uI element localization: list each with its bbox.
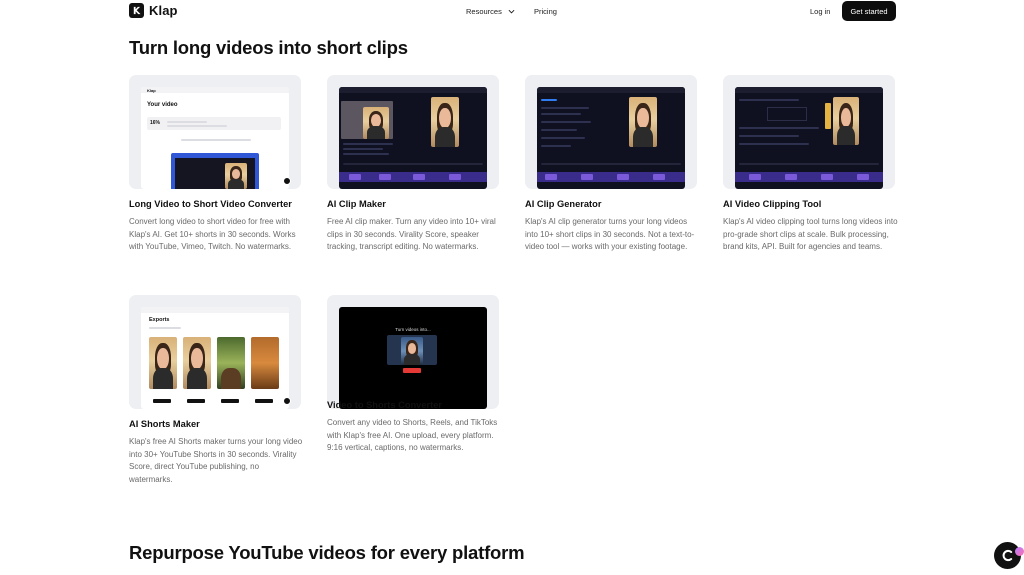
screenshot-brand: Klap [147,88,156,93]
card-thumbnail: Turn videos into... [327,295,499,409]
get-started-button[interactable]: Get started [842,1,896,21]
tool-card-ai-shorts-maker[interactable]: Exports AI Shorts Maker Klap's free AI S… [129,295,302,484]
card-description: Convert any video to Shorts, Reels, and … [327,418,498,453]
logo-text: Klap [149,3,178,18]
card-thumbnail [525,75,697,189]
tool-card-ai-clip-maker[interactable]: AI Clip Maker Free AI clip maker. Turn a… [327,75,500,251]
tool-card-long-video-converter[interactable]: Klap Your video 16% Long Video to Short … [129,75,302,251]
logo[interactable]: Klap [129,3,178,18]
app-screenshot: Exports [141,307,289,409]
card-title[interactable]: Long Video to Short Video Converter [129,199,292,209]
card-description: Klap's AI clip generator turns your long… [525,217,695,252]
login-link[interactable]: Log in [810,7,830,16]
tool-card-ai-video-clipping-tool[interactable]: AI Video Clipping Tool Klap's AI video c… [723,75,898,251]
app-screenshot: Klap Your video 16% [141,87,289,189]
card-description: Convert long video to short video for fr… [129,217,296,252]
card-description: Free AI clip maker. Turn any video into … [327,217,496,252]
app-screenshot [537,87,685,189]
card-title[interactable]: AI Clip Generator [525,199,601,209]
status-dot-icon [283,177,291,185]
card-title[interactable]: AI Clip Maker [327,199,386,209]
nav-pricing[interactable]: Pricing [534,7,557,16]
top-nav: Klap Resources Pricing Log in Get starte… [0,0,1024,24]
notification-badge [1015,547,1024,556]
klap-logo-icon [129,3,144,18]
card-title[interactable]: Video to Shorts Converter [327,400,442,410]
youtube-icon [403,368,421,373]
card-description: Klap's AI video clipping tool turns long… [723,217,898,252]
card-thumbnail [723,75,895,189]
card-title[interactable]: AI Shorts Maker [129,419,200,429]
screenshot-heading: Your video [147,102,178,108]
tool-card-ai-clip-generator[interactable]: AI Clip Generator Klap's AI clip generat… [525,75,698,251]
card-title[interactable]: AI Video Clipping Tool [723,199,821,209]
card-description: Klap's free AI Shorts maker turns your l… [129,437,303,485]
card-thumbnail: Klap Your video 16% [129,75,301,189]
app-screenshot [735,87,883,189]
section-title: Repurpose YouTube videos for every platf… [129,542,525,563]
status-dot-icon [283,397,291,405]
card-thumbnail [327,75,499,189]
nav-resources[interactable]: Resources [466,7,515,16]
app-screenshot: Turn videos into... [339,307,487,409]
section-title: Turn long videos into short clips [129,37,408,58]
screenshot-heading: Exports [149,317,170,323]
card-thumbnail: Exports [129,295,301,409]
tool-card-video-to-shorts-converter[interactable]: Turn videos into... Video to Shorts Conv… [327,295,500,452]
screenshot-caption: Turn videos into... [395,327,431,332]
screenshot-progress: 16% [150,120,161,126]
app-screenshot [339,87,487,189]
chevron-down-icon [508,9,515,14]
nav-resources-label: Resources [466,7,502,16]
